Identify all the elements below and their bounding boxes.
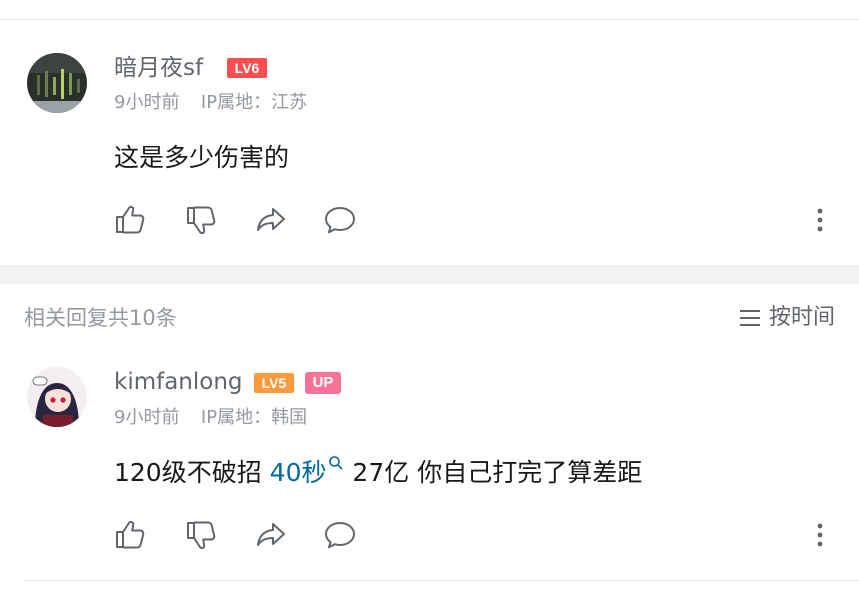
reply-ip-location: IP属地：韩国 [200,407,308,428]
reply-avatar-image [27,367,87,427]
dislike-icon[interactable] [184,203,218,237]
search-icon[interactable] [328,455,344,471]
reply-username[interactable]: kimfanlong [114,367,243,397]
reply-content-link[interactable]: 40秒 [270,458,327,487]
comment-meta: 9小时前 IP属地：江苏 [114,91,307,115]
reply-time: 9小时前 [114,407,180,428]
share-icon[interactable] [254,203,288,237]
avatar-image [27,53,87,113]
username[interactable]: 暗月夜sf [114,53,203,83]
level-badge: LV6 [227,58,267,78]
up-badge: UP [305,372,341,394]
reply-comment-icon[interactable] [323,518,357,552]
sort-lines-icon [739,310,760,326]
more-icon[interactable] [814,203,826,237]
level-badge-text: LV6 [235,60,260,76]
reply-avatar[interactable] [27,367,87,427]
like-icon[interactable] [113,203,147,237]
comment-time: 9小时前 [114,92,180,113]
reply-like-icon[interactable] [113,518,147,552]
reply-level-badge-text: LV5 [262,375,287,391]
avatar[interactable] [27,53,87,113]
reply-content: 120级不破招 40秒 27亿 你自己打完了算差距 [114,455,642,490]
reply-meta: 9小时前 IP属地：韩国 [114,406,307,430]
sort-label: 按时间 [768,305,835,330]
replies-count-title: 相关回复共10条 [24,306,177,330]
reply-content-text: 120级不破招 [114,458,270,487]
reply-more-icon[interactable] [814,518,826,552]
reply-content-text-2: 27亿 你自己打完了算差距 [344,458,643,487]
top-divider [0,19,859,20]
reply-level-badge: LV5 [254,373,294,393]
comment-content: 这是多少伤害的 [114,143,290,172]
bottom-divider [24,580,859,581]
reply-dislike-icon[interactable] [184,518,218,552]
sort-button[interactable]: 按时间 [739,303,835,333]
reply-share-icon[interactable] [254,518,288,552]
section-divider [0,265,859,284]
comment-icon[interactable] [323,203,357,237]
comment-ip-location: IP属地：江苏 [200,92,308,113]
